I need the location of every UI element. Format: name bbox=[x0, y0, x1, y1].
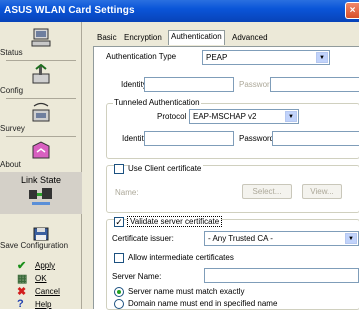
match-exact-label: Server name must match exactly bbox=[128, 287, 245, 296]
tab-authentication[interactable]: Authentication bbox=[168, 30, 225, 45]
tunneled-auth-group: Tunneled Authentication Protocol EAP-MSC… bbox=[106, 98, 359, 159]
auth-type-value: PEAP bbox=[206, 53, 228, 62]
validate-server-cert-label: Validate server certificate bbox=[126, 216, 223, 227]
view-cert-button[interactable]: View... bbox=[302, 184, 342, 199]
server-name-field[interactable] bbox=[204, 268, 359, 283]
match-exact-radio[interactable] bbox=[114, 287, 124, 297]
link-state-icon bbox=[29, 188, 52, 205]
sidebar-divider bbox=[6, 136, 76, 137]
survey-icon bbox=[32, 102, 50, 122]
chevron-down-icon: ▼ bbox=[316, 52, 328, 63]
use-client-cert-label: Use Client certificate bbox=[128, 164, 204, 173]
server-name-label: Server Name: bbox=[112, 272, 162, 281]
help-label: Help bbox=[35, 300, 52, 309]
tunneled-auth-title: Tunneled Authentication bbox=[113, 98, 201, 107]
tunneled-password-label: Password bbox=[239, 134, 275, 143]
about-icon bbox=[32, 141, 50, 159]
password-field[interactable] bbox=[270, 77, 359, 92]
chevron-down-icon: ▼ bbox=[285, 111, 297, 122]
protocol-value: EAP-MSCHAP v2 bbox=[193, 112, 257, 121]
tab-advanced[interactable]: Advanced bbox=[230, 32, 270, 45]
tab-basic[interactable]: Basic bbox=[95, 32, 119, 45]
link-state-panel: Link State bbox=[0, 172, 82, 214]
cert-issuer-label: Certificate issuer: bbox=[112, 234, 174, 243]
auth-type-select[interactable]: PEAP ▼ bbox=[202, 50, 330, 65]
checkmark-icon: ✔ bbox=[17, 260, 27, 272]
sidebar-divider bbox=[6, 98, 76, 99]
password-label: Password bbox=[239, 80, 275, 89]
save-disk-icon bbox=[33, 227, 49, 241]
help-icon: ? bbox=[17, 298, 24, 310]
chevron-down-icon: ▼ bbox=[345, 233, 357, 244]
settings-window: ASUS WLAN Card Settings × Status Config bbox=[0, 0, 359, 310]
title-bar[interactable]: ASUS WLAN Card Settings × bbox=[0, 0, 359, 22]
link-state-label: Link State bbox=[20, 175, 62, 185]
sidebar: Status Config Survey About Link State Sa… bbox=[0, 22, 82, 310]
sidebar-item-label: Status bbox=[0, 48, 23, 57]
status-monitor-icon bbox=[31, 28, 51, 47]
sidebar-item-config[interactable]: Config bbox=[0, 64, 82, 95]
cancel-x-icon: ✖ bbox=[17, 286, 27, 298]
sidebar-item-status[interactable]: Status bbox=[0, 28, 82, 57]
protocol-select[interactable]: EAP-MSCHAP v2 ▼ bbox=[189, 109, 299, 124]
apply-label: Apply bbox=[35, 261, 56, 270]
allow-intermediate-checkbox[interactable] bbox=[114, 253, 124, 263]
auth-type-label: Authentication Type bbox=[106, 52, 177, 61]
select-cert-button[interactable]: Select... bbox=[242, 184, 292, 199]
authentication-panel: Authentication Type PEAP ▼ Identity Pass… bbox=[93, 46, 359, 310]
content-area: Basic Encryption Authentication Advanced… bbox=[83, 22, 359, 310]
save-configuration-label: Save Configuration bbox=[0, 241, 69, 250]
cert-issuer-select[interactable]: - Any Trusted CA - ▼ bbox=[204, 231, 359, 246]
ok-label: OK bbox=[35, 274, 47, 283]
sidebar-item-label: About bbox=[0, 160, 21, 169]
allow-intermediate-label: Allow intermediate certificates bbox=[128, 253, 234, 262]
tunneled-password-field[interactable] bbox=[272, 131, 359, 146]
close-button[interactable]: × bbox=[345, 2, 359, 19]
ok-icon: ▦ bbox=[17, 273, 28, 285]
domain-end-radio[interactable] bbox=[114, 299, 124, 309]
domain-end-label: Domain name must end in specified name bbox=[128, 299, 278, 308]
config-icon bbox=[32, 64, 50, 84]
save-configuration-button[interactable]: Save Configuration bbox=[0, 227, 82, 250]
identity-field[interactable] bbox=[144, 77, 234, 92]
identity-label: Identity bbox=[121, 80, 147, 89]
cert-issuer-value: - Any Trusted CA - bbox=[208, 234, 273, 243]
tab-encryption[interactable]: Encryption bbox=[122, 32, 164, 45]
window-title: ASUS WLAN Card Settings bbox=[4, 5, 135, 16]
cancel-label: Cancel bbox=[35, 287, 60, 296]
sidebar-item-label: Config bbox=[0, 86, 24, 95]
sidebar-divider bbox=[6, 60, 76, 61]
validate-server-cert-checkbox[interactable]: ✓ bbox=[114, 217, 124, 227]
client-cert-name-label: Name: bbox=[115, 188, 139, 197]
client-cert-group: Use Client certificate Name: Select... V… bbox=[106, 164, 359, 213]
server-cert-group: ✓ Validate server certificate Certificat… bbox=[106, 216, 359, 310]
sidebar-item-survey[interactable]: Survey bbox=[0, 102, 82, 133]
use-client-cert-checkbox[interactable] bbox=[114, 164, 124, 174]
protocol-label: Protocol bbox=[157, 112, 187, 121]
sidebar-item-label: Survey bbox=[0, 124, 25, 133]
sidebar-item-about[interactable]: About bbox=[0, 140, 82, 169]
tunneled-identity-field[interactable] bbox=[144, 131, 234, 146]
